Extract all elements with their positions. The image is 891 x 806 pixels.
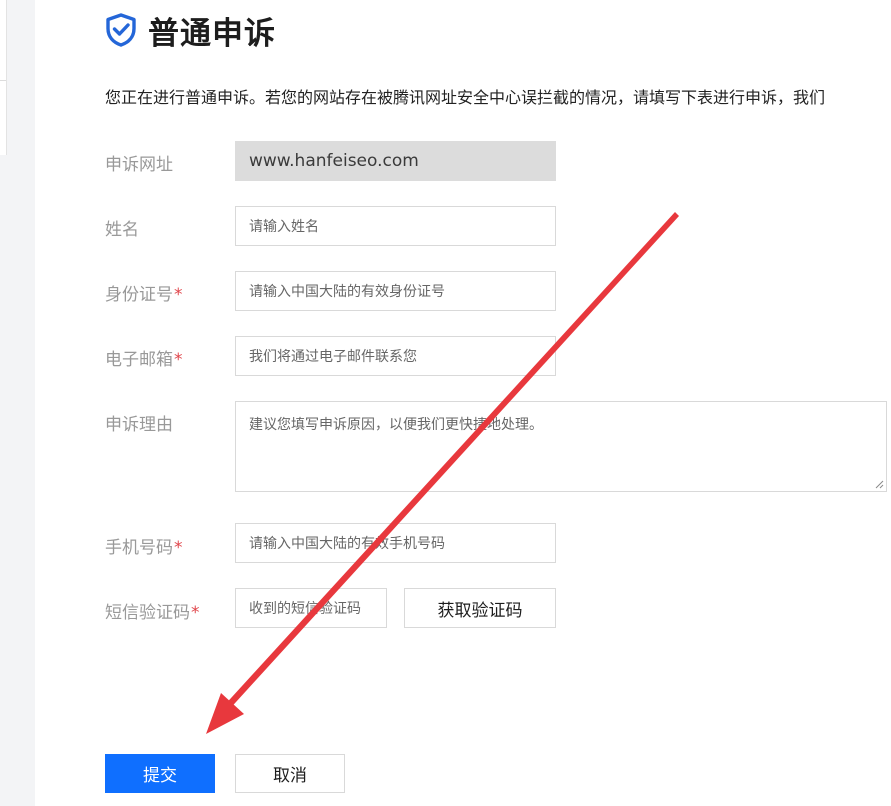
id-number-input[interactable]: 请输入中国大陆的有效身份证号 — [235, 271, 556, 311]
url-label: 申诉网址 — [105, 150, 173, 175]
sidebar-divider — [0, 80, 6, 81]
id-number-placeholder: 请输入中国大陆的有效身份证号 — [249, 284, 445, 300]
reason-label: 申诉理由 — [105, 410, 173, 435]
email-label-text: 电子邮箱 — [105, 350, 173, 370]
shield-check-icon — [106, 13, 136, 47]
email-label: 电子邮箱* — [105, 345, 183, 370]
phone-label-text: 手机号码 — [105, 538, 173, 558]
intro-text: 您正在进行普通申诉。若您的网站存在被腾讯网址安全中心误拦截的情况，请填写下表进行… — [105, 88, 826, 107]
resize-grip-icon[interactable] — [875, 480, 884, 489]
id-number-label-text: 身份证号 — [105, 285, 173, 305]
name-input[interactable]: 请输入姓名 — [235, 206, 556, 246]
email-placeholder: 我们将通过电子邮件联系您 — [249, 349, 417, 365]
sms-code-placeholder: 收到的短信验证码 — [249, 601, 361, 617]
phone-placeholder: 请输入中国大陆的有效手机号码 — [249, 536, 445, 552]
sidebar-panel-edge — [0, 0, 7, 155]
cancel-button[interactable]: 取消 — [235, 754, 345, 793]
sms-code-input[interactable]: 收到的短信验证码 — [235, 588, 387, 628]
get-code-button[interactable]: 获取验证码 — [404, 588, 556, 628]
sms-code-label-text: 短信验证码 — [105, 603, 190, 623]
reason-label-text: 申诉理由 — [105, 415, 173, 435]
required-mark: * — [191, 603, 200, 623]
url-field: www.hanfeiseo.com — [235, 141, 556, 181]
name-label: 姓名 — [105, 215, 139, 240]
name-placeholder: 请输入姓名 — [249, 219, 319, 235]
id-number-label: 身份证号* — [105, 280, 183, 305]
appeal-page: 普通申诉 您正在进行普通申诉。若您的网站存在被腾讯网址安全中心误拦截的情况，请填… — [0, 0, 891, 806]
phone-input[interactable]: 请输入中国大陆的有效手机号码 — [235, 523, 556, 563]
required-mark: * — [174, 350, 183, 370]
page-header: 普通申诉 — [104, 8, 276, 52]
required-mark: * — [174, 538, 183, 558]
left-sidebar — [0, 0, 35, 806]
phone-label: 手机号码* — [105, 533, 183, 558]
sms-code-label: 短信验证码* — [105, 598, 200, 623]
email-input[interactable]: 我们将通过电子邮件联系您 — [235, 336, 556, 376]
name-label-text: 姓名 — [105, 220, 139, 240]
reason-placeholder: 建议您填写申诉原因，以便我们更快捷地处理。 — [249, 417, 543, 433]
url-label-text: 申诉网址 — [105, 155, 173, 175]
reason-textarea[interactable]: 建议您填写申诉原因，以便我们更快捷地处理。 — [235, 401, 887, 492]
submit-button[interactable]: 提交 — [105, 754, 215, 793]
url-value: www.hanfeiseo.com — [249, 151, 419, 171]
page-title: 普通申诉 — [148, 15, 276, 52]
required-mark: * — [174, 285, 183, 305]
